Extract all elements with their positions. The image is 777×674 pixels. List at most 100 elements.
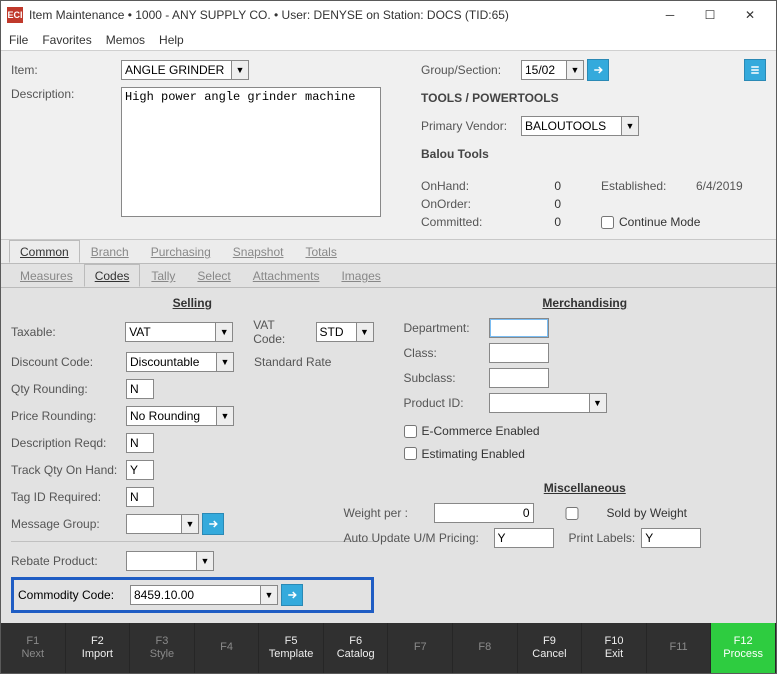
rebate-input[interactable] <box>126 551 196 571</box>
subtab-images[interactable]: Images <box>330 264 391 287</box>
taxable-input[interactable] <box>125 322 215 342</box>
group-dropdown[interactable]: ▼ <box>521 60 584 80</box>
dropdown-arrow-icon[interactable]: ▼ <box>181 514 199 534</box>
vatcode-dropdown[interactable]: ▼ <box>316 322 374 342</box>
subtab-select[interactable]: Select <box>186 264 241 287</box>
dropdown-arrow-icon[interactable]: ▼ <box>216 406 234 426</box>
dropdown-arrow-icon[interactable]: ▼ <box>589 393 607 413</box>
group-lookup-button[interactable] <box>587 59 609 81</box>
fn-f8[interactable]: F8 <box>453 623 518 673</box>
tab-purchasing[interactable]: Purchasing <box>140 240 222 263</box>
group-input[interactable] <box>521 60 566 80</box>
vendor-input[interactable] <box>521 116 621 136</box>
dropdown-arrow-icon[interactable]: ▼ <box>215 322 233 342</box>
discount-dropdown[interactable]: ▼ <box>126 352 234 372</box>
rebate-label: Rebate Product: <box>11 554 126 568</box>
fn-f2[interactable]: F2Import <box>66 623 131 673</box>
onorder-label: OnOrder: <box>421 197 511 211</box>
minimize-button[interactable]: ─ <box>650 2 690 28</box>
discount-input[interactable] <box>126 352 216 372</box>
titlebar: ECI Item Maintenance • 1000 - ANY SUPPLY… <box>1 1 776 29</box>
class-input[interactable] <box>489 343 549 363</box>
vendor-name: Balou Tools <box>421 147 489 161</box>
qty-rounding-input[interactable] <box>126 379 154 399</box>
dropdown-arrow-icon[interactable]: ▼ <box>196 551 214 571</box>
auto-update-input[interactable] <box>494 528 554 548</box>
price-rounding-input[interactable] <box>126 406 216 426</box>
subtab-codes[interactable]: Codes <box>84 264 141 287</box>
fn-f10[interactable]: F10Exit <box>582 623 647 673</box>
commodity-lookup-button[interactable] <box>281 584 303 606</box>
tag-id-input[interactable] <box>126 487 154 507</box>
fn-f6[interactable]: F6Catalog <box>324 623 389 673</box>
fn-f3[interactable]: F3Style <box>130 623 195 673</box>
desc-reqd-input[interactable] <box>126 433 154 453</box>
ecommerce-input[interactable] <box>404 425 417 438</box>
fn-f5[interactable]: F5Template <box>259 623 324 673</box>
item-dropdown[interactable]: ▼ <box>121 60 249 80</box>
fn-f7[interactable]: F7 <box>388 623 453 673</box>
msg-group-lookup-button[interactable] <box>202 513 224 535</box>
tab-snapshot[interactable]: Snapshot <box>222 240 295 263</box>
header-panel: Item: ▼ Description: High power angle gr… <box>1 51 776 240</box>
dropdown-arrow-icon[interactable]: ▼ <box>231 60 249 80</box>
sold-by-weight-input[interactable] <box>542 507 602 520</box>
taxable-dropdown[interactable]: ▼ <box>125 322 233 342</box>
dropdown-arrow-icon[interactable]: ▼ <box>356 322 374 342</box>
vatcode-input[interactable] <box>316 322 356 342</box>
close-button[interactable]: ✕ <box>730 2 770 28</box>
dropdown-arrow-icon[interactable]: ▼ <box>566 60 584 80</box>
maximize-button[interactable]: ☐ <box>690 2 730 28</box>
menu-memos[interactable]: Memos <box>106 33 145 47</box>
subtab-attachments[interactable]: Attachments <box>242 264 331 287</box>
fn-f4[interactable]: F4 <box>195 623 260 673</box>
subclass-input[interactable] <box>489 368 549 388</box>
track-qty-input[interactable] <box>126 460 154 480</box>
description-textarea[interactable]: High power angle grinder machine <box>121 87 381 217</box>
fn-f11[interactable]: F11 <box>647 623 712 673</box>
prodid-input[interactable] <box>489 393 589 413</box>
fn-f12[interactable]: F12Process <box>711 623 776 673</box>
continue-mode-checkbox[interactable]: Continue Mode <box>601 215 700 229</box>
weight-input[interactable] <box>434 503 534 523</box>
dept-label: Department: <box>404 321 489 335</box>
menu-help[interactable]: Help <box>159 33 184 47</box>
list-view-button[interactable] <box>744 59 766 81</box>
tab-totals[interactable]: Totals <box>294 240 347 263</box>
subtab-tally[interactable]: Tally <box>140 264 186 287</box>
tab-branch[interactable]: Branch <box>80 240 140 263</box>
price-rounding-dropdown[interactable]: ▼ <box>126 406 234 426</box>
continue-mode-input[interactable] <box>601 216 614 229</box>
menubar: File Favorites Memos Help <box>1 29 776 51</box>
dropdown-arrow-icon[interactable]: ▼ <box>260 585 278 605</box>
msg-group-input[interactable] <box>126 514 181 534</box>
prodid-dropdown[interactable]: ▼ <box>489 393 607 413</box>
commodity-input[interactable] <box>130 585 260 605</box>
vatcode-label: VAT Code: <box>253 318 309 346</box>
sold-by-weight-checkbox[interactable]: Sold by Weight <box>542 506 688 520</box>
tab-common[interactable]: Common <box>9 240 80 263</box>
fn-f9[interactable]: F9Cancel <box>518 623 583 673</box>
msg-group-dropdown[interactable]: ▼ <box>126 514 199 534</box>
dropdown-arrow-icon[interactable]: ▼ <box>216 352 234 372</box>
print-labels-input[interactable] <box>641 528 701 548</box>
fn-f1[interactable]: F1Next <box>1 623 66 673</box>
commodity-highlight: Commodity Code: ▼ <box>11 577 374 613</box>
item-input[interactable] <box>121 60 231 80</box>
commodity-dropdown[interactable]: ▼ <box>130 585 278 605</box>
menu-favorites[interactable]: Favorites <box>42 33 91 47</box>
class-label: Class: <box>404 346 489 360</box>
print-labels-label: Print Labels: <box>569 531 636 545</box>
rebate-dropdown[interactable]: ▼ <box>126 551 214 571</box>
estimating-input[interactable] <box>404 447 417 460</box>
function-bar: F1Next F2Import F3Style F4 F5Template F6… <box>1 623 776 673</box>
subtab-measures[interactable]: Measures <box>9 264 84 287</box>
estimating-checkbox[interactable]: Estimating Enabled <box>404 447 525 461</box>
group-path: TOOLS / POWERTOOLS <box>421 91 559 105</box>
ecommerce-checkbox[interactable]: E-Commerce Enabled <box>404 424 540 438</box>
item-label: Item: <box>11 63 121 77</box>
dropdown-arrow-icon[interactable]: ▼ <box>621 116 639 136</box>
vendor-dropdown[interactable]: ▼ <box>521 116 639 136</box>
menu-file[interactable]: File <box>9 33 28 47</box>
dept-input[interactable] <box>489 318 549 338</box>
